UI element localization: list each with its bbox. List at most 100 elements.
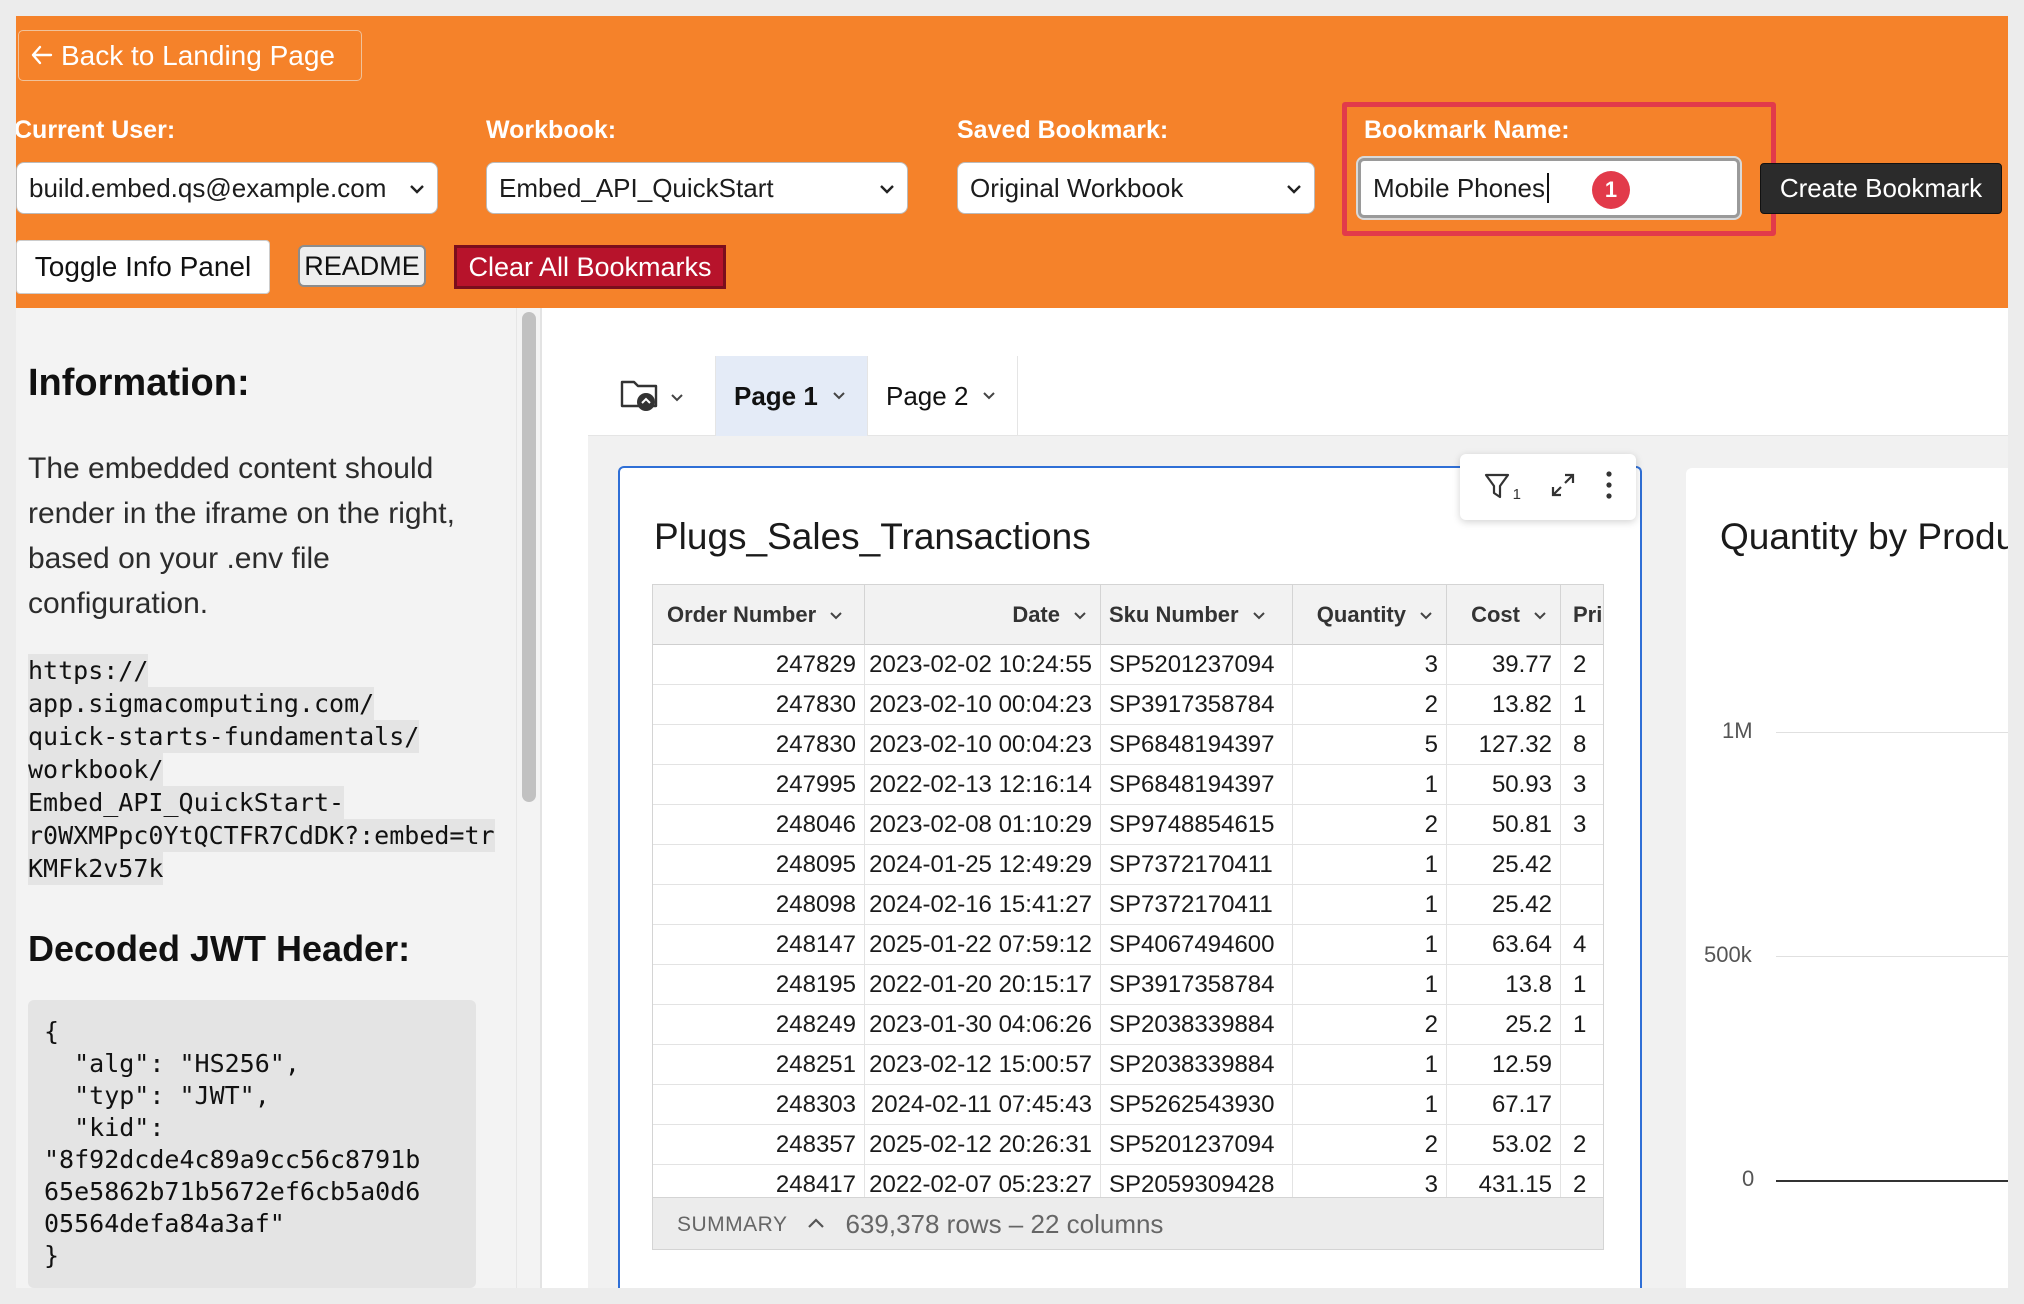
table-cell[interactable]: 67.17: [1447, 1085, 1561, 1125]
table-cell[interactable]: 248046: [653, 805, 865, 845]
table-cell[interactable]: 248357: [653, 1125, 865, 1165]
table-cell[interactable]: [1561, 1045, 1603, 1085]
table-cell[interactable]: 127.32: [1447, 725, 1561, 765]
table-cell[interactable]: 2: [1561, 645, 1603, 685]
table-cell[interactable]: SP7372170411: [1101, 885, 1293, 925]
table-cell[interactable]: 63.64: [1447, 925, 1561, 965]
table-cell[interactable]: 2022-02-13 12:16:14: [865, 765, 1101, 805]
table-row[interactable]: 247830 2023-02-10 00:04:23 SP3917358784 2 13…: [653, 685, 1603, 725]
table-cell[interactable]: 3: [1561, 805, 1603, 845]
readme-button[interactable]: README: [298, 245, 426, 287]
table-cell[interactable]: SP7372170411: [1101, 845, 1293, 885]
table-cell[interactable]: 247830: [653, 725, 865, 765]
table-cell[interactable]: 2: [1293, 1005, 1447, 1045]
table-row[interactable]: 248195 2022-01-20 20:15:17 SP3917358784 1 13…: [653, 965, 1603, 1005]
table-cell[interactable]: 248251: [653, 1045, 865, 1085]
table-cell[interactable]: 248095: [653, 845, 865, 885]
column-header-order-number[interactable]: Order Number: [653, 585, 865, 645]
table-cell[interactable]: SP6848194397: [1101, 725, 1293, 765]
table-cell[interactable]: 1: [1293, 885, 1447, 925]
table-cell[interactable]: 248147: [653, 925, 865, 965]
column-header-price[interactable]: Pri: [1561, 585, 1603, 645]
current-user-select[interactable]: build.embed.qs@example.com: [16, 162, 438, 214]
table-cell[interactable]: 2: [1561, 1125, 1603, 1165]
table-cell[interactable]: SP6848194397: [1101, 765, 1293, 805]
table-cell[interactable]: 5: [1293, 725, 1447, 765]
table-cell[interactable]: 8: [1561, 725, 1603, 765]
table-row[interactable]: 247995 2022-02-13 12:16:14 SP6848194397 1 50…: [653, 765, 1603, 805]
table-cell[interactable]: 1: [1293, 1045, 1447, 1085]
table-cell[interactable]: 2: [1293, 685, 1447, 725]
table-cell[interactable]: SP3917358784: [1101, 965, 1293, 1005]
page-menu-button[interactable]: [588, 356, 716, 436]
table-cell[interactable]: 53.02: [1447, 1125, 1561, 1165]
column-header-quantity[interactable]: Quantity: [1293, 585, 1447, 645]
table-row[interactable]: 247829 2023-02-02 10:24:55 SP5201237094 3 39…: [653, 645, 1603, 685]
table-cell[interactable]: SP4067494600: [1101, 925, 1293, 965]
column-header-date[interactable]: Date: [865, 585, 1101, 645]
clear-all-bookmarks-button[interactable]: Clear All Bookmarks: [454, 245, 726, 289]
table-row[interactable]: 248303 2024-02-11 07:45:43 SP5262543930 1 67…: [653, 1085, 1603, 1125]
table-row[interactable]: 248251 2023-02-12 15:00:57 SP2038339884 1 12…: [653, 1045, 1603, 1085]
table-cell[interactable]: 25.42: [1447, 845, 1561, 885]
table-cell[interactable]: 3: [1293, 645, 1447, 685]
table-cell[interactable]: 2025-02-12 20:26:31: [865, 1125, 1101, 1165]
table-cell[interactable]: 12.59: [1447, 1045, 1561, 1085]
column-header-sku-number[interactable]: Sku Number: [1101, 585, 1293, 645]
table-cell[interactable]: SP5201237094: [1101, 645, 1293, 685]
table-cell[interactable]: SP2038339884: [1101, 1005, 1293, 1045]
table-row[interactable]: 248095 2024-01-25 12:49:29 SP7372170411 1 25…: [653, 845, 1603, 885]
table-cell[interactable]: 2023-02-10 00:04:23: [865, 725, 1101, 765]
table-cell[interactable]: 1: [1293, 925, 1447, 965]
table-cell[interactable]: 2: [1293, 805, 1447, 845]
back-button[interactable]: Back to Landing Page: [18, 30, 362, 81]
table-cell[interactable]: [1561, 845, 1603, 885]
table-cell[interactable]: 2025-01-22 07:59:12: [865, 925, 1101, 965]
table-cell[interactable]: 2: [1293, 1125, 1447, 1165]
toggle-info-panel-button[interactable]: Toggle Info Panel: [16, 240, 270, 294]
table-cell[interactable]: 1: [1561, 965, 1603, 1005]
table-row[interactable]: 248249 2023-01-30 04:06:26 SP2038339884 2 25…: [653, 1005, 1603, 1045]
filter-icon[interactable]: 1: [1483, 471, 1521, 503]
table-cell[interactable]: 2023-01-30 04:06:26: [865, 1005, 1101, 1045]
table-cell[interactable]: 248195: [653, 965, 865, 1005]
table-cell[interactable]: 13.82: [1447, 685, 1561, 725]
table-row[interactable]: 248098 2024-02-16 15:41:27 SP7372170411 1 25…: [653, 885, 1603, 925]
create-bookmark-button[interactable]: Create Bookmark: [1760, 163, 2002, 214]
table-cell[interactable]: 39.77: [1447, 645, 1561, 685]
table-cell[interactable]: 2024-02-16 15:41:27: [865, 885, 1101, 925]
table-cell[interactable]: 2023-02-02 10:24:55: [865, 645, 1101, 685]
table-row[interactable]: 247830 2023-02-10 00:04:23 SP6848194397 5 12…: [653, 725, 1603, 765]
table-summary-bar[interactable]: SUMMARY 639,378 rows – 22 columns: [653, 1197, 1603, 1249]
table-cell[interactable]: 1: [1293, 965, 1447, 1005]
table-cell[interactable]: [1561, 885, 1603, 925]
table-cell[interactable]: SP5201237094: [1101, 1125, 1293, 1165]
table-cell[interactable]: 25.2: [1447, 1005, 1561, 1045]
table-cell[interactable]: 2023-02-08 01:10:29: [865, 805, 1101, 845]
table-cell[interactable]: 4: [1561, 925, 1603, 965]
table-cell[interactable]: SP9748854615: [1101, 805, 1293, 845]
table-cell[interactable]: 50.93: [1447, 765, 1561, 805]
table-cell[interactable]: 2023-02-12 15:00:57: [865, 1045, 1101, 1085]
table-cell[interactable]: SP3917358784: [1101, 685, 1293, 725]
table-row[interactable]: 248357 2025-02-12 20:26:31 SP5201237094 2 53…: [653, 1125, 1603, 1165]
chart-card[interactable]: [1686, 468, 2008, 1288]
table-cell[interactable]: SP5262543930: [1101, 1085, 1293, 1125]
saved-bookmark-select[interactable]: Original Workbook: [957, 162, 1315, 214]
table-cell[interactable]: 2024-01-25 12:49:29: [865, 845, 1101, 885]
table-cell[interactable]: 1: [1293, 845, 1447, 885]
bookmark-name-input[interactable]: Mobile Phones: [1358, 158, 1740, 218]
more-options-icon[interactable]: [1605, 470, 1613, 505]
table-cell[interactable]: [1561, 1085, 1603, 1125]
tab-page-2[interactable]: Page 2: [868, 356, 1018, 436]
table-cell[interactable]: 13.8: [1447, 965, 1561, 1005]
table-cell[interactable]: 247829: [653, 645, 865, 685]
table-cell[interactable]: 2023-02-10 00:04:23: [865, 685, 1101, 725]
table-row[interactable]: 248147 2025-01-22 07:59:12 SP4067494600 1 63…: [653, 925, 1603, 965]
workbook-select[interactable]: Embed_API_QuickStart: [486, 162, 908, 214]
table-row[interactable]: 248046 2023-02-08 01:10:29 SP9748854615 2 50…: [653, 805, 1603, 845]
table-cell[interactable]: SP2038339884: [1101, 1045, 1293, 1085]
table-cell[interactable]: 1: [1561, 685, 1603, 725]
table-cell[interactable]: 2022-01-20 20:15:17: [865, 965, 1101, 1005]
table-cell[interactable]: 1: [1561, 1005, 1603, 1045]
